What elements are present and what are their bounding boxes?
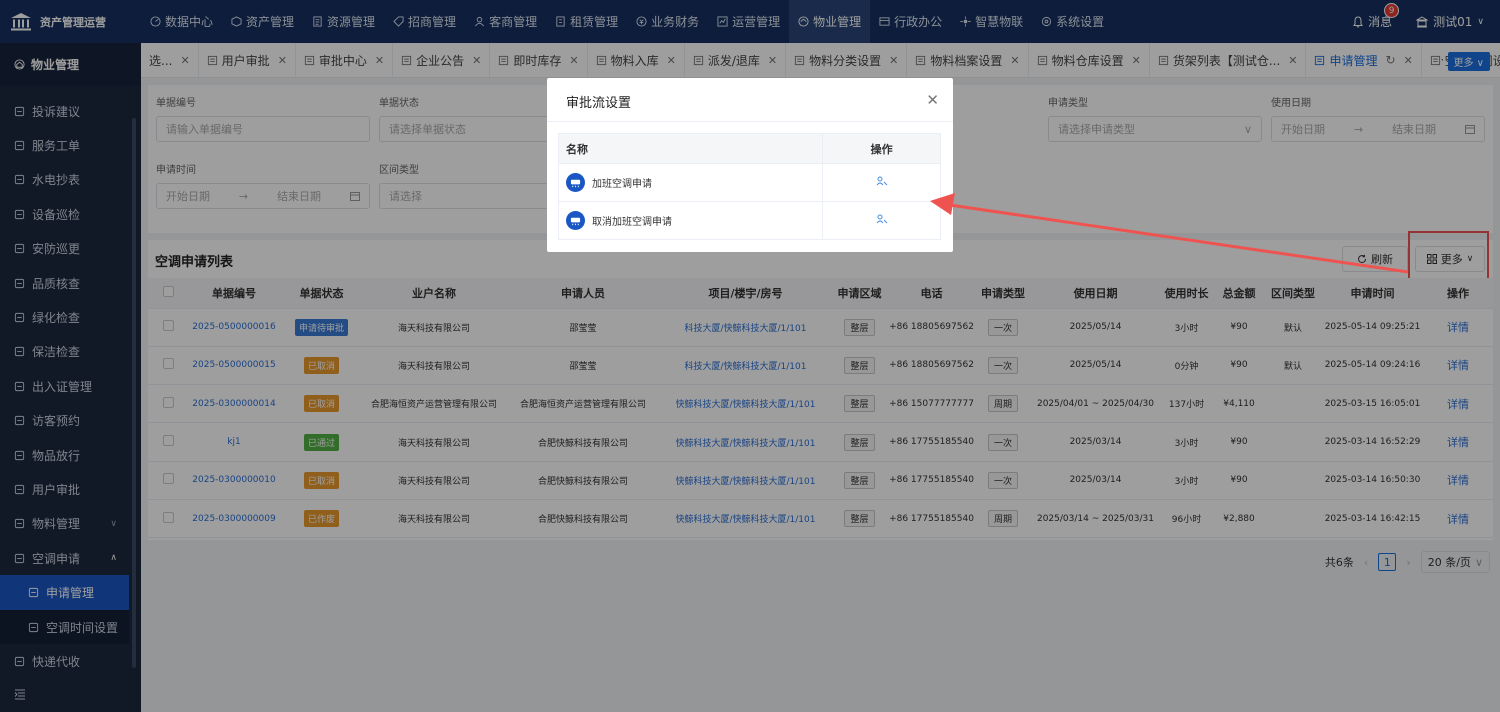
edit-approval-flow-icon[interactable] — [876, 213, 888, 225]
aircon-icon — [566, 211, 585, 230]
modal-divider — [547, 121, 953, 122]
col-op-header: 操作 — [822, 133, 941, 164]
edit-approval-flow-icon[interactable] — [876, 175, 888, 187]
flow-name: 加班空调申请 — [592, 179, 652, 190]
col-name-header: 名称 — [557, 133, 824, 164]
flow-op-cell — [822, 201, 941, 240]
aircon-icon — [566, 173, 585, 192]
approval-flow-row: 取消加班空调申请 — [557, 201, 941, 240]
flow-name: 取消加班空调申请 — [592, 217, 672, 228]
flow-name-cell: 加班空调申请 — [557, 163, 824, 202]
approval-flow-modal: 审批流设置 ✕ 名称 操作 加班空调申请取消加班空调申请 — [547, 78, 953, 252]
flow-name-cell: 取消加班空调申请 — [557, 201, 824, 240]
approval-flow-table: 名称 操作 加班空调申请取消加班空调申请 — [557, 133, 941, 240]
flow-op-cell — [822, 163, 941, 202]
approval-flow-rows: 加班空调申请取消加班空调申请 — [557, 163, 941, 240]
close-icon[interactable]: ✕ — [926, 91, 939, 109]
modal-title: 审批流设置 — [566, 96, 632, 111]
approval-flow-row: 加班空调申请 — [557, 163, 941, 202]
